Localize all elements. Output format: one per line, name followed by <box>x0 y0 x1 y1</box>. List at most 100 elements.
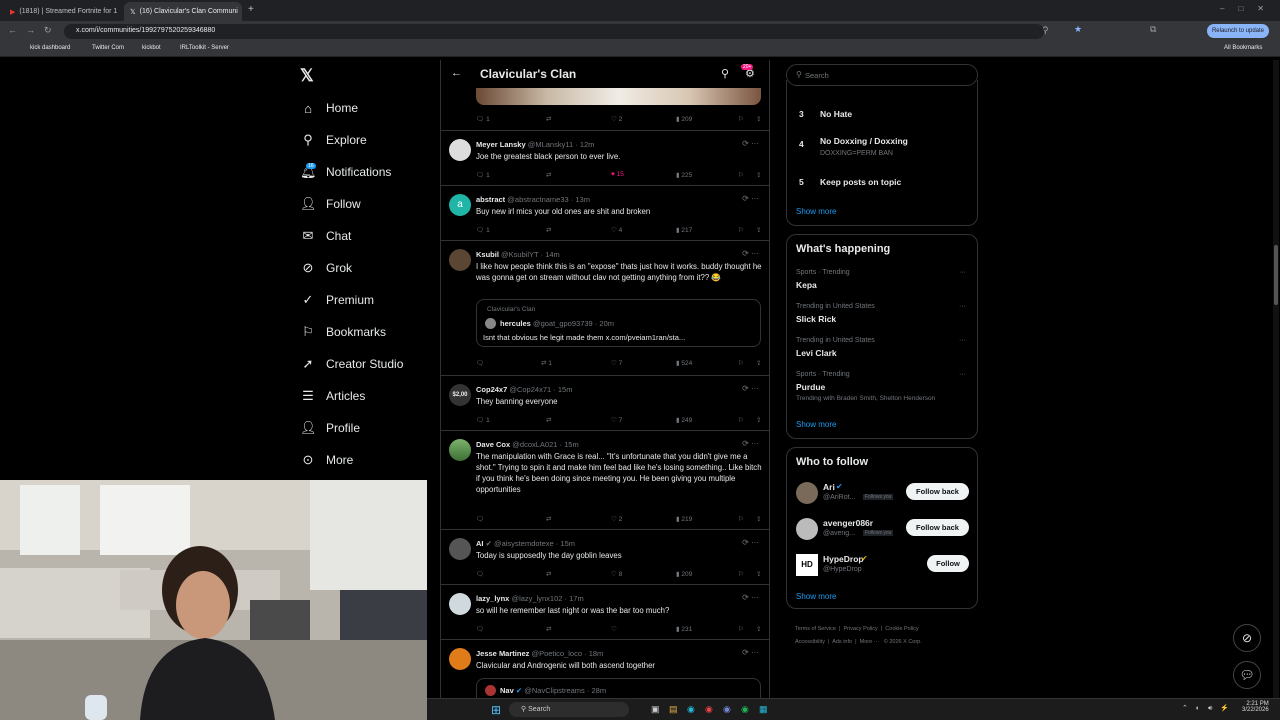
follow-back-button[interactable]: Follow back <box>906 483 969 500</box>
avatar[interactable] <box>449 439 471 461</box>
reply-icon[interactable]: 🗨︎ 1 <box>476 171 490 179</box>
tweet[interactable]: lazy_lynx @lazy_lynx102 · 17m ⟳ ··· so w… <box>441 584 769 639</box>
share-icon[interactable]: ⇪ <box>756 515 761 523</box>
nav-more[interactable]: ⊙ More <box>300 448 354 472</box>
views-icon[interactable]: ▮ 524 <box>676 359 692 367</box>
quoted-tweet[interactable]: Nav ✔ @NavClipstreams · 28m <box>476 678 761 698</box>
nav-premium[interactable]: ✓ Premium <box>300 288 374 312</box>
search-icon[interactable]: ⚲ <box>721 67 729 80</box>
footer-link[interactable]: Ads info <box>832 639 852 645</box>
trend-name[interactable]: Kepa <box>796 280 817 290</box>
more-options-icon[interactable]: ··· <box>959 269 966 276</box>
browser-tab[interactable]: ▶ (1818) | Streamed Fortnite for 1 ✕ <box>4 2 122 21</box>
new-tab-icon[interactable]: + <box>248 4 254 15</box>
nav-creator-studio[interactable]: ➚ Creator Studio <box>300 352 404 376</box>
avatar[interactable] <box>449 648 471 670</box>
reply-icon[interactable]: 🗨︎ <box>476 570 484 578</box>
grok-icon[interactable]: ⊘ <box>1233 624 1261 652</box>
edge-icon[interactable]: ◉ <box>687 704 695 715</box>
scrollbar-thumb[interactable] <box>1274 245 1278 305</box>
avatar[interactable]: $2,00 <box>449 384 471 406</box>
avatar[interactable] <box>796 482 818 504</box>
like-icon[interactable]: ♡ 4 <box>611 226 622 234</box>
follow-back-button[interactable]: Follow back <box>906 519 969 536</box>
views-icon[interactable]: ▮ 209 <box>676 115 692 123</box>
bookmark-kick-dashboard[interactable]: kick dashboard <box>30 45 70 51</box>
nav-home[interactable]: ⌂ Home <box>300 96 358 120</box>
like-icon[interactable]: ♡ 2 <box>611 115 622 123</box>
footer-link[interactable]: Privacy Policy <box>844 626 878 632</box>
scrollbar[interactable] <box>1273 60 1279 698</box>
like-icon[interactable]: ♡ 8 <box>611 570 622 578</box>
like-icon[interactable]: ♡ 2 <box>611 515 622 523</box>
reply-icon[interactable]: 🗨︎ <box>476 625 484 633</box>
more-options-icon[interactable]: ··· <box>959 337 966 344</box>
trend-name[interactable]: Slick Rick <box>796 314 836 324</box>
avatar[interactable]: a <box>449 194 471 216</box>
bookmark-icon[interactable]: ⚐ <box>738 570 744 578</box>
footer-link[interactable]: Accessibility <box>795 639 825 645</box>
nav-articles[interactable]: ☰ Articles <box>300 384 365 408</box>
bookmark-icon[interactable]: ⚐ <box>738 515 744 523</box>
bookmark-icon[interactable]: ⚐ <box>738 625 744 633</box>
like-icon[interactable]: ♡ 7 <box>611 359 622 367</box>
spotify-icon[interactable]: ◉ <box>741 704 749 715</box>
follow-button[interactable]: Follow <box>927 555 969 572</box>
retweet-icon[interactable]: ⇄ <box>546 515 551 523</box>
share-icon[interactable]: ⇪ <box>756 416 761 424</box>
url-field[interactable]: x.com/i/communities/1992797520259346880 <box>64 24 1044 39</box>
tweet[interactable]: $2,00 Cop24x7 @Cop24x71 · 15m ⟳ ··· They… <box>441 375 769 430</box>
views-icon[interactable]: ▮ 225 <box>676 171 692 179</box>
footer-link[interactable]: More ··· <box>860 639 880 645</box>
bookmark-icon[interactable]: ⚐ <box>738 416 744 424</box>
more-options-icon[interactable]: ⟳ ··· <box>742 538 759 547</box>
browser-tab-active[interactable]: 𝕏 (16) Clavicular's Clan Communi ✕ <box>124 2 242 21</box>
window-controls[interactable]: –□✕ <box>1220 4 1278 13</box>
views-icon[interactable]: ▮ 219 <box>676 515 692 523</box>
nav-profile[interactable]: 👤︎ Profile <box>300 416 360 440</box>
tweet[interactable]: a abstract @abstractname33 · 13m ⟳ ··· B… <box>441 185 769 240</box>
relaunch-button[interactable]: Relaunch to update <box>1207 24 1269 38</box>
more-options-icon[interactable]: ⟳ ··· <box>742 194 759 203</box>
task-view-icon[interactable]: ▣ <box>651 704 660 715</box>
chrome-icon[interactable]: ◉ <box>705 704 713 715</box>
retweet-icon[interactable]: ⇄ <box>546 226 551 234</box>
show-more-link[interactable]: Show more <box>796 207 836 216</box>
nav-chat[interactable]: ✉ Chat <box>300 224 352 248</box>
nav-bookmarks[interactable]: ⚐ Bookmarks <box>300 320 386 344</box>
share-icon[interactable]: ⇪ <box>756 115 761 123</box>
system-tray-icons[interactable]: ⌃ ◐ 🔊︎ ⚡ <box>1182 704 1232 713</box>
views-icon[interactable]: ▮ 249 <box>676 416 692 424</box>
more-options-icon[interactable]: ··· <box>959 303 966 310</box>
like-icon[interactable]: ♡ 7 <box>611 416 622 424</box>
x-logo-icon[interactable]: 𝕏 <box>300 66 314 86</box>
retweet-icon[interactable]: ⇄ <box>546 416 551 424</box>
reply-icon[interactable]: 🗨︎ <box>476 515 484 523</box>
like-icon[interactable]: ♡ <box>611 625 617 633</box>
bookmark-twitter-com[interactable]: Twitter Com <box>92 45 124 51</box>
share-icon[interactable]: ⇪ <box>756 625 761 633</box>
reply-icon[interactable]: 🗨︎ 1 <box>476 416 490 424</box>
more-options-icon[interactable]: ⟳ ··· <box>742 439 759 448</box>
nav-grok[interactable]: ⊘ Grok <box>300 256 352 280</box>
follow-name[interactable]: avenger086r <box>823 518 873 528</box>
more-options-icon[interactable]: ⟳ ··· <box>742 384 759 393</box>
footer-link[interactable]: Terms of Service <box>795 626 836 632</box>
avatar[interactable] <box>449 538 471 560</box>
clock[interactable]: 2:21 PM 3/22/2026 <box>1242 701 1269 713</box>
back-arrow-icon[interactable]: ← <box>451 67 462 79</box>
share-icon[interactable]: ⇪ <box>756 570 761 578</box>
more-options-icon[interactable]: ··· <box>959 371 966 378</box>
trend-name[interactable]: Levi Clark <box>796 348 837 358</box>
share-icon[interactable]: ⇪ <box>756 226 761 234</box>
retweet-icon[interactable]: ⇄ <box>546 625 551 633</box>
reload-icon[interactable]: ↻ <box>44 25 52 36</box>
tweet[interactable]: Ksubil @KsubilYT · 14m ⟳ ··· I like how … <box>441 240 769 375</box>
avatar[interactable] <box>449 249 471 271</box>
follow-name[interactable]: HypeDrop <box>823 554 864 564</box>
avatar[interactable] <box>796 518 818 540</box>
views-icon[interactable]: ▮ 231 <box>676 625 692 633</box>
tweet[interactable]: Meyer Lansky @MLansky11 · 12m ⟳ ··· Joe … <box>441 130 769 185</box>
avatar[interactable] <box>449 139 471 161</box>
bookmark-irltoolkit[interactable]: IRLToolkit - Server <box>180 45 229 51</box>
